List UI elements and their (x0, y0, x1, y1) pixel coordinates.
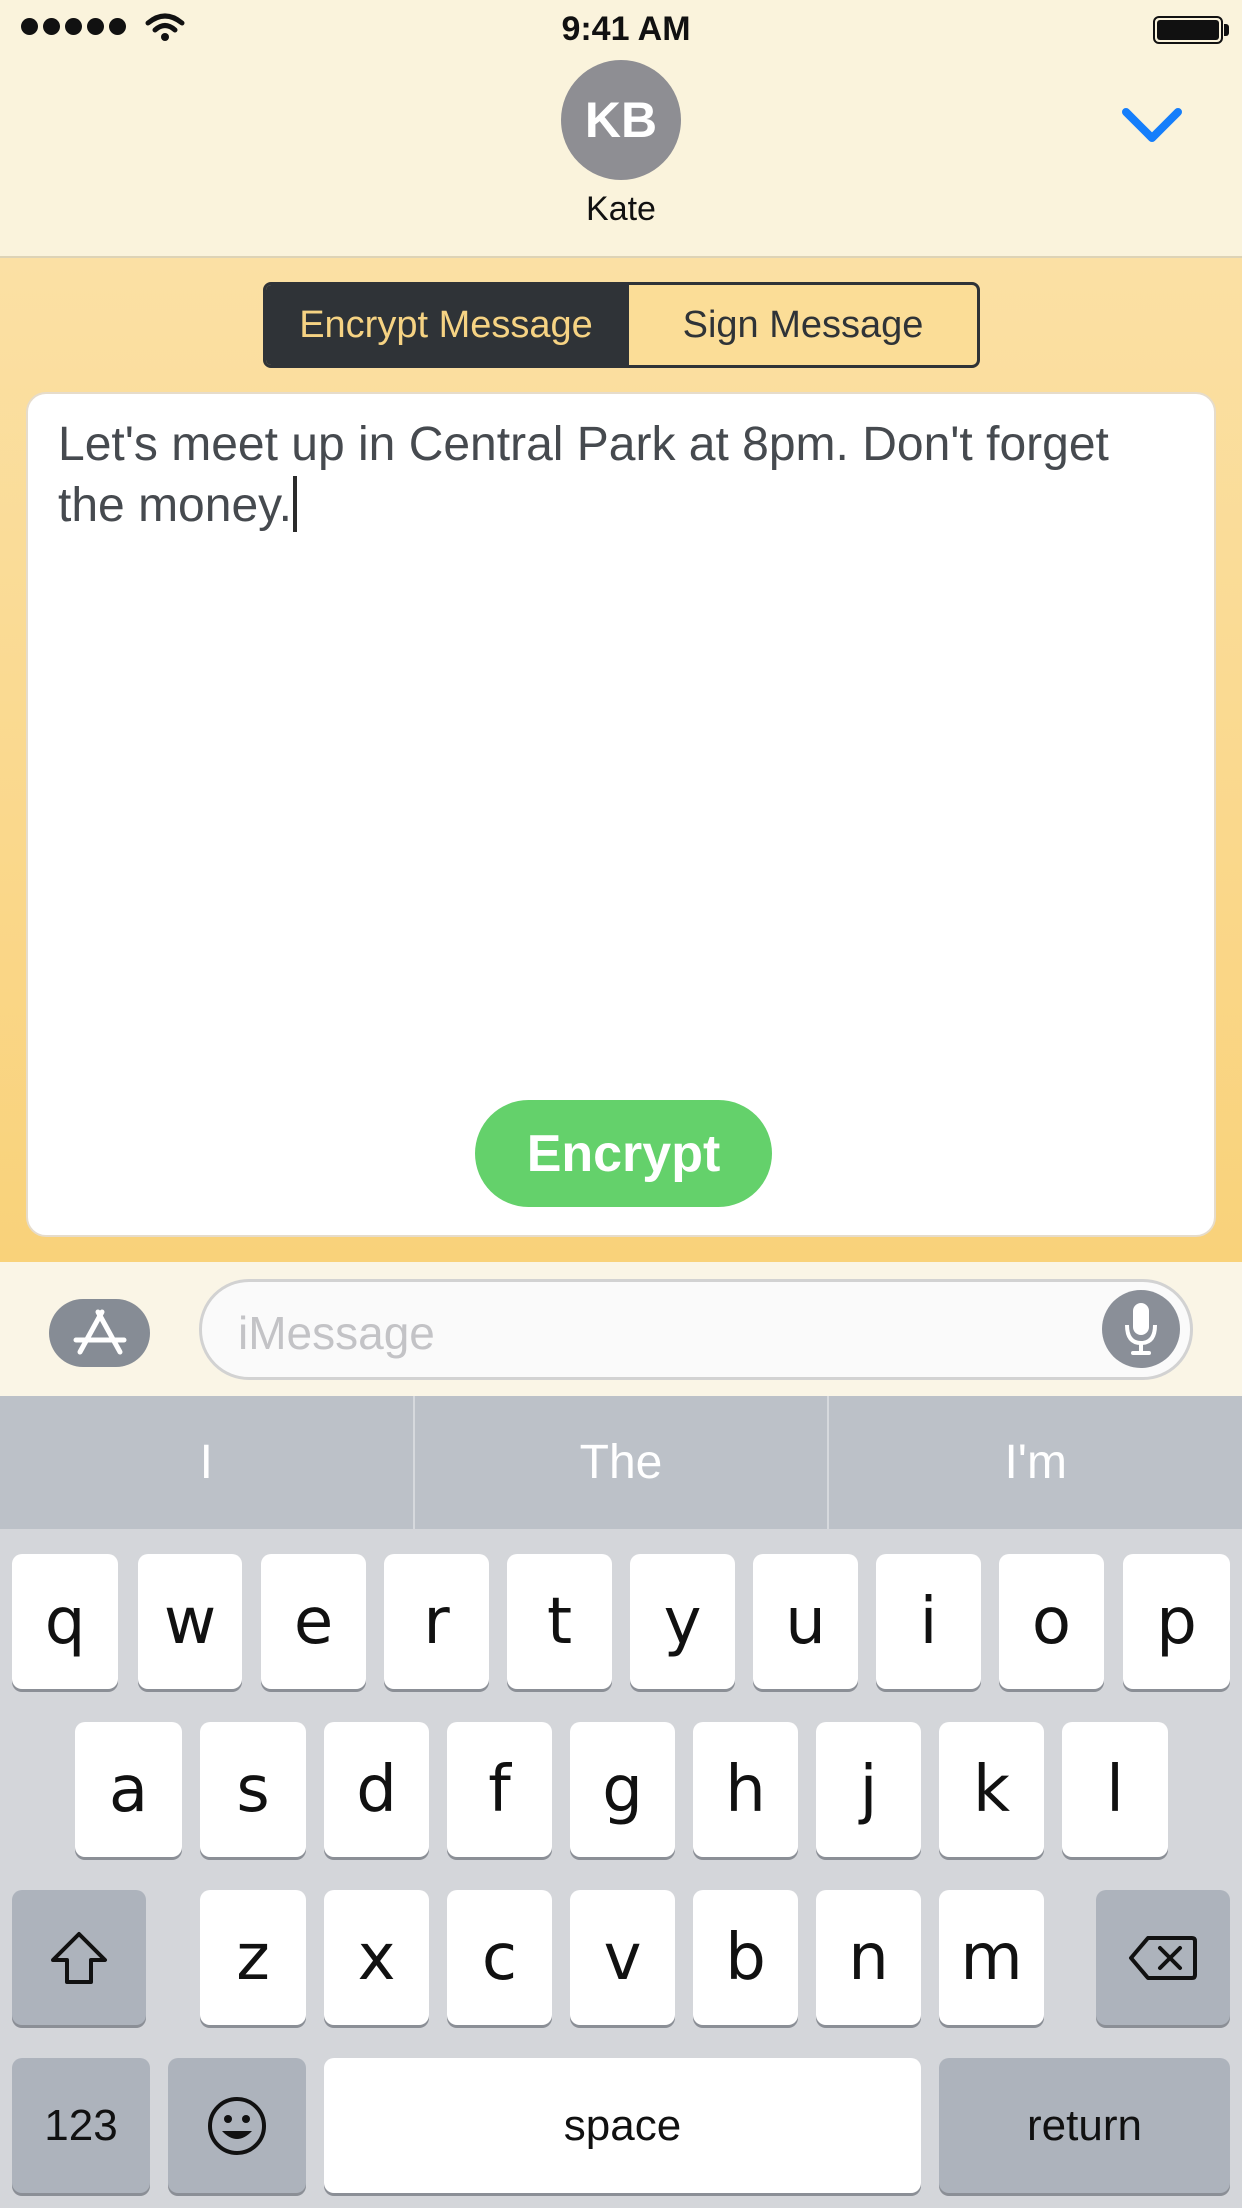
key-v[interactable]: v (570, 1890, 675, 2025)
key-j[interactable]: j (816, 1722, 921, 1857)
mode-segmented-control: Encrypt Message Sign Message (263, 282, 980, 368)
suggestion-2[interactable]: The (412, 1396, 828, 1529)
key-t[interactable]: t (507, 1554, 612, 1689)
key-n[interactable]: n (816, 1890, 921, 2025)
key-g[interactable]: g (570, 1722, 675, 1857)
key-m[interactable]: m (939, 1890, 1044, 2025)
key-q[interactable]: q (12, 1554, 118, 1689)
imessage-placeholder: iMessage (238, 1307, 435, 1359)
battery-icon (1153, 16, 1223, 44)
key-o[interactable]: o (999, 1554, 1104, 1689)
return-key[interactable]: return (939, 2058, 1230, 2193)
key-u[interactable]: u (753, 1554, 858, 1689)
text-cursor (292, 476, 297, 532)
emoji-key[interactable] (168, 2058, 306, 2193)
contact-avatar[interactable]: KB (561, 60, 681, 180)
shift-icon (51, 1931, 107, 1984)
microphone-button[interactable] (1102, 1290, 1180, 1368)
key-p[interactable]: p (1123, 1554, 1230, 1689)
numbers-key[interactable]: 123 (12, 2058, 150, 2193)
key-c[interactable]: c (447, 1890, 552, 2025)
shift-key[interactable] (12, 1890, 146, 2025)
key-w[interactable]: w (138, 1554, 242, 1689)
suggestion-1[interactable]: I (0, 1396, 413, 1529)
key-f[interactable]: f (447, 1722, 552, 1857)
message-input-bar: iMessage (0, 1262, 1242, 1396)
key-k[interactable]: k (939, 1722, 1044, 1857)
key-a[interactable]: a (75, 1722, 182, 1857)
app-store-button[interactable] (49, 1299, 150, 1367)
chevron-down-icon[interactable] (1120, 104, 1184, 148)
key-b[interactable]: b (693, 1890, 798, 2025)
contact-name[interactable]: Kate (0, 190, 1242, 229)
key-y[interactable]: y (630, 1554, 735, 1689)
delete-key[interactable] (1096, 1890, 1230, 2025)
microphone-icon (1125, 1303, 1157, 1355)
key-s[interactable]: s (200, 1722, 306, 1857)
message-text-container: Let's meet up in Central Park at 8pm. Do… (58, 414, 1178, 536)
delete-icon (1129, 1935, 1197, 1980)
segment-sign-message[interactable]: Sign Message (626, 285, 977, 365)
key-l[interactable]: l (1062, 1722, 1168, 1857)
key-d[interactable]: d (324, 1722, 429, 1857)
app-store-icon (73, 1309, 126, 1355)
space-key[interactable]: space (324, 2058, 921, 2193)
message-text: Let's meet up in Central Park at 8pm. Do… (58, 418, 1109, 532)
encrypt-button[interactable]: Encrypt (475, 1100, 772, 1207)
app-extension-panel: Encrypt Message Sign Message Let's meet … (0, 258, 1242, 1262)
key-i[interactable]: i (876, 1554, 981, 1689)
status-time: 9:41 AM (561, 10, 691, 48)
key-r[interactable]: r (384, 1554, 489, 1689)
emoji-icon (208, 2096, 266, 2155)
segment-encrypt-message[interactable]: Encrypt Message (266, 285, 626, 365)
message-text-area[interactable]: Let's meet up in Central Park at 8pm. Do… (26, 392, 1216, 1237)
keyboard: q w e r t y u i o p a s d f g h j k l z … (0, 1529, 1242, 2208)
key-x[interactable]: x (324, 1890, 429, 2025)
imessage-input[interactable]: iMessage (199, 1279, 1193, 1380)
predictive-text-bar: I The I'm (0, 1396, 1242, 1529)
key-h[interactable]: h (693, 1722, 798, 1857)
battery-tip (1224, 24, 1229, 36)
conversation-header: 9:41 AM KB Kate (0, 0, 1242, 258)
key-z[interactable]: z (200, 1890, 306, 2025)
key-e[interactable]: e (261, 1554, 366, 1689)
suggestion-3[interactable]: I'm (827, 1396, 1242, 1529)
